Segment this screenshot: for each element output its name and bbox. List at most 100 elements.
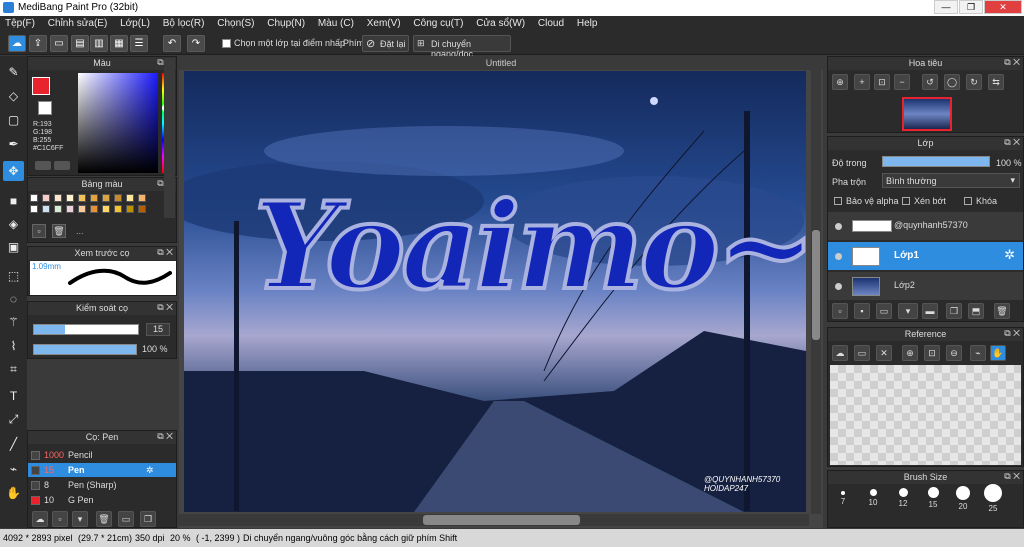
flip-icon[interactable]: ⇆ — [988, 74, 1004, 90]
divide-tool-icon[interactable]: ╱ — [3, 434, 24, 454]
brush-tool-icon[interactable]: ✎ — [3, 62, 24, 82]
magic-wand-tool-icon[interactable]: ⚚ — [3, 312, 24, 332]
fit-icon[interactable]: ⊡ — [874, 74, 890, 90]
blend-mode-select[interactable]: Bình thường ▾ — [882, 173, 1020, 188]
comment-icon[interactable]: ▭ — [50, 35, 68, 52]
palette-swatch[interactable] — [102, 205, 110, 213]
brush-size-slider[interactable] — [33, 324, 139, 335]
document-icon[interactable]: ▤ — [71, 35, 89, 52]
reset-view-icon[interactable]: ◯ — [944, 74, 960, 90]
add-brush-icon[interactable]: ▾ — [72, 511, 88, 527]
palette-swatch[interactable] — [138, 194, 146, 202]
select-pen-tool-icon[interactable]: ⌇ — [3, 336, 24, 356]
panel-close-icon[interactable]: ⧉ ✕ — [1004, 57, 1020, 68]
left-panel-scrollbar[interactable] — [164, 58, 175, 218]
merge-layer-icon[interactable]: ⬒ — [968, 303, 984, 319]
brush-size-option[interactable]: 15 — [918, 481, 948, 509]
zoom-out-icon[interactable]: − — [894, 74, 910, 90]
cloud-icon[interactable]: ☁ — [832, 345, 848, 361]
panel-close-icon[interactable]: ⧉ ✕ — [157, 431, 173, 442]
eyedropper-icon[interactable]: ⌁ — [970, 345, 986, 361]
palette-swatch[interactable] — [126, 194, 134, 202]
new-brush-icon[interactable]: ▫ — [52, 511, 68, 527]
zoom-in-icon[interactable]: + — [854, 74, 870, 90]
brush-size-option[interactable]: 10 — [858, 481, 888, 507]
move-tool-icon[interactable]: ✥ — [3, 161, 24, 181]
palette-swatch[interactable] — [54, 194, 62, 202]
brush-opacity-slider[interactable] — [33, 344, 137, 355]
zoom-icon[interactable]: ⊕ — [832, 74, 848, 90]
folder-icon[interactable]: ▬ — [922, 303, 938, 319]
fill-rect-tool-icon[interactable]: ■ — [3, 191, 24, 211]
foreground-color-swatch[interactable] — [32, 77, 50, 95]
protect-alpha-checkbox[interactable] — [834, 197, 842, 205]
move-button[interactable]: ⊞ Di chuyển ngang/dọc — [413, 35, 511, 59]
upload-icon[interactable]: ⇪ — [29, 35, 47, 52]
menu-edit[interactable]: Chỉnh sửa(E) — [43, 16, 113, 29]
color-swap-button[interactable] — [54, 161, 70, 170]
cloud-download-icon[interactable]: ☁ — [32, 511, 48, 527]
pen-tool-icon[interactable]: ✒ — [3, 134, 24, 154]
hand-icon[interactable]: ✋ — [990, 345, 1006, 361]
zoom-out-icon[interactable]: ⊖ — [946, 345, 962, 361]
reference-view[interactable] — [830, 365, 1021, 465]
palette-swatch[interactable] — [114, 194, 122, 202]
panel-close-icon[interactable]: ⧉ ✕ — [157, 247, 173, 258]
duplicate-icon[interactable]: ❐ — [140, 511, 156, 527]
operation-tool-icon[interactable]: ⤢ — [3, 409, 24, 429]
panel-close-icon[interactable]: ⧉ ✕ — [1004, 137, 1020, 148]
menu-capture[interactable]: Chụp(N) — [262, 16, 310, 29]
brush-size-value[interactable]: 15 — [146, 323, 170, 336]
palette-swatch[interactable] — [54, 205, 62, 213]
layer-row[interactable]: @quynhanh57370 — [828, 212, 1023, 241]
new-palette-icon[interactable]: ▫ — [32, 224, 46, 238]
background-color-swatch[interactable] — [38, 101, 52, 115]
add-layer-menu-icon[interactable]: ▾ — [898, 303, 918, 319]
horizontal-scrollbar[interactable] — [179, 514, 809, 526]
palette-swatch[interactable] — [90, 205, 98, 213]
fit-icon[interactable]: ⊡ — [924, 345, 940, 361]
palette-swatch[interactable] — [90, 194, 98, 202]
eyedropper-tool-icon[interactable]: ⌁ — [3, 459, 24, 479]
brush-item-selected[interactable]: 15 Pen ✲ — [28, 463, 176, 477]
delete-brush-icon[interactable]: 🗑 — [96, 511, 112, 527]
palette-swatch[interactable] — [30, 194, 38, 202]
grid-icon[interactable]: ▦ — [110, 35, 128, 52]
redo-icon[interactable]: ↷ — [187, 35, 205, 52]
palette-swatch[interactable] — [126, 205, 134, 213]
color-mode-button[interactable] — [35, 161, 51, 170]
clipping-checkbox[interactable] — [902, 197, 910, 205]
zoom-in-icon[interactable]: ⊕ — [902, 345, 918, 361]
brush-size-option[interactable]: 12 — [888, 481, 918, 508]
select-layer-checkbox[interactable] — [222, 39, 231, 48]
select-rect-tool-icon[interactable]: ⬚ — [3, 266, 24, 286]
menu-cloud[interactable]: Cloud — [533, 16, 569, 29]
saturation-value-picker[interactable] — [78, 73, 158, 173]
canvas-area[interactable]: Untitled Yoaimo~ @QUYNHANH57370 HOIDAP24… — [179, 56, 823, 528]
eraser-tool-icon[interactable]: ◇ — [3, 86, 24, 106]
lasso-tool-icon[interactable]: ◌ — [3, 289, 24, 309]
menu-select[interactable]: Chọn(S) — [212, 16, 259, 29]
close-icon[interactable]: ✕ — [876, 345, 892, 361]
layer-row[interactable]: Lớp2 — [828, 272, 1023, 301]
gear-icon[interactable]: ✲ — [1004, 247, 1015, 263]
menu-view[interactable]: Xem(V) — [362, 16, 406, 29]
bucket-tool-icon[interactable]: ◈ — [3, 214, 24, 234]
menu-layer[interactable]: Lớp(L) — [115, 16, 155, 29]
panel-close-icon[interactable]: ⧉ ✕ — [1004, 328, 1020, 339]
list-icon[interactable]: ☰ — [130, 35, 148, 52]
palette-swatch[interactable] — [78, 205, 86, 213]
palette-swatch[interactable] — [102, 194, 110, 202]
gear-icon[interactable]: ✲ — [146, 463, 154, 477]
vertical-scrollbar[interactable] — [811, 70, 821, 514]
visibility-icon[interactable] — [835, 283, 842, 290]
palette-swatch[interactable] — [138, 205, 146, 213]
duplicate-layer-icon[interactable]: ❐ — [946, 303, 962, 319]
select-eraser-tool-icon[interactable]: ⌗ — [3, 359, 24, 379]
palette-swatch[interactable] — [114, 205, 122, 213]
palette-swatch[interactable] — [42, 205, 50, 213]
cloud-icon[interactable]: ☁ — [8, 35, 26, 52]
lock-checkbox[interactable] — [964, 197, 972, 205]
canvas-tab-title[interactable]: Untitled — [179, 56, 823, 70]
brush-item[interactable]: 10 G Pen — [28, 493, 176, 507]
